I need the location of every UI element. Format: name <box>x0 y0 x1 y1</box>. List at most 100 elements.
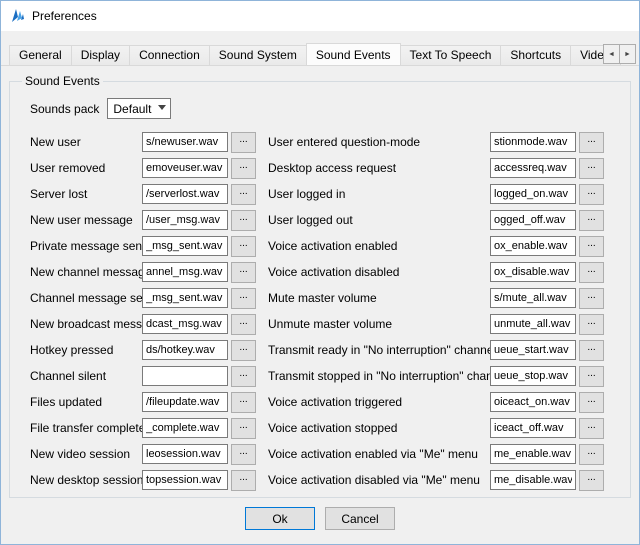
browse-button[interactable]: ... <box>231 392 256 413</box>
browse-button[interactable]: ... <box>231 340 256 361</box>
sound-event-label: New desktop session <box>30 473 142 487</box>
sound-event-row: Channel silent...Transmit stopped in "No… <box>30 363 618 389</box>
browse-button[interactable]: ... <box>579 262 604 283</box>
sound-event-label: Files updated <box>30 395 142 409</box>
sound-file-input[interactable] <box>490 262 576 282</box>
sound-event-label: New channel message <box>30 265 142 279</box>
sound-event-label: User entered question-mode <box>268 135 490 149</box>
browse-button[interactable]: ... <box>579 444 604 465</box>
tab-sound-events[interactable]: Sound Events <box>306 43 401 66</box>
browse-button[interactable]: ... <box>231 470 256 491</box>
browse-button[interactable]: ... <box>231 418 256 439</box>
browse-button[interactable]: ... <box>231 210 256 231</box>
tab-scroll-right-button[interactable]: ► <box>619 44 636 64</box>
browse-button[interactable]: ... <box>231 184 256 205</box>
sound-file-input[interactable] <box>490 444 576 464</box>
sound-file-input[interactable] <box>490 210 576 230</box>
sound-event-label: Unmute master volume <box>268 317 490 331</box>
app-icon <box>10 8 26 24</box>
sound-file-input[interactable] <box>142 418 228 438</box>
sound-event-row: New user message...User logged out... <box>30 207 618 233</box>
sound-file-input[interactable] <box>490 236 576 256</box>
browse-button[interactable]: ... <box>231 366 256 387</box>
sound-file-input[interactable] <box>142 314 228 334</box>
sound-file-input[interactable] <box>142 470 228 490</box>
sound-event-row: Server lost...User logged in... <box>30 181 618 207</box>
sound-file-input[interactable] <box>142 262 228 282</box>
sound-file-input[interactable] <box>490 288 576 308</box>
sound-event-label: Channel message sent <box>30 291 142 305</box>
sound-event-label: Mute master volume <box>268 291 490 305</box>
sound-file-input[interactable] <box>490 184 576 204</box>
browse-button[interactable]: ... <box>579 184 604 205</box>
sound-file-input[interactable] <box>490 366 576 386</box>
browse-button[interactable]: ... <box>231 314 256 335</box>
sound-file-input[interactable] <box>142 340 228 360</box>
browse-button[interactable]: ... <box>231 444 256 465</box>
sound-file-input[interactable] <box>142 210 228 230</box>
sound-file-input[interactable] <box>142 132 228 152</box>
sound-event-label: New broadcast message <box>30 317 142 331</box>
tab-general[interactable]: General <box>9 45 72 65</box>
footer-buttons: Ok Cancel <box>9 507 631 530</box>
browse-button[interactable]: ... <box>231 288 256 309</box>
sound-event-label: Server lost <box>30 187 142 201</box>
sound-file-input[interactable] <box>142 366 228 386</box>
groupbox-title: Sound Events <box>22 74 103 88</box>
browse-button[interactable]: ... <box>579 210 604 231</box>
tab-text-to-speech[interactable]: Text To Speech <box>400 45 502 65</box>
tab-shortcuts[interactable]: Shortcuts <box>500 45 571 65</box>
sound-event-row: File transfer complete... Voice activatio… <box>30 415 618 441</box>
sound-event-label: Voice activation enabled <box>268 239 490 253</box>
sounds-pack-row: Sounds pack Default <box>30 98 618 119</box>
sound-file-input[interactable] <box>490 158 576 178</box>
sound-event-label: Desktop access request <box>268 161 490 175</box>
browse-button[interactable]: ... <box>579 392 604 413</box>
browse-button[interactable]: ... <box>579 470 604 491</box>
tab-display[interactable]: Display <box>71 45 130 65</box>
browse-button[interactable]: ... <box>231 132 256 153</box>
browse-button[interactable]: ... <box>579 340 604 361</box>
sound-file-input[interactable] <box>490 418 576 438</box>
sound-file-input[interactable] <box>142 444 228 464</box>
sound-file-input[interactable] <box>490 340 576 360</box>
sound-event-label: Voice activation stopped <box>268 421 490 435</box>
browse-button[interactable]: ... <box>579 366 604 387</box>
browse-button[interactable]: ... <box>579 158 604 179</box>
sound-file-input[interactable] <box>490 132 576 152</box>
sound-file-input[interactable] <box>142 392 228 412</box>
browse-button[interactable]: ... <box>579 236 604 257</box>
sound-file-input[interactable] <box>490 314 576 334</box>
sounds-pack-value: Default <box>113 102 151 116</box>
sound-event-label: File transfer complete <box>30 421 142 435</box>
sound-file-input[interactable] <box>490 392 576 412</box>
ok-button[interactable]: Ok <box>245 507 315 530</box>
tab-connection[interactable]: Connection <box>129 45 210 65</box>
sound-event-label: Voice activation disabled via "Me" menu <box>268 473 490 487</box>
browse-button[interactable]: ... <box>231 236 256 257</box>
browse-button[interactable]: ... <box>579 314 604 335</box>
tab-sound-system[interactable]: Sound System <box>209 45 307 65</box>
browse-button[interactable]: ... <box>231 158 256 179</box>
sound-file-input[interactable] <box>142 158 228 178</box>
sound-event-label: User removed <box>30 161 142 175</box>
sound-file-input[interactable] <box>142 184 228 204</box>
browse-button[interactable]: ... <box>579 132 604 153</box>
sound-event-label: Private message sent <box>30 239 142 253</box>
sound-event-label: Voice activation disabled <box>268 265 490 279</box>
sound-event-row: New video session...Voice activation ena… <box>30 441 618 467</box>
tab-scroll-left-button[interactable]: ◄ <box>603 44 620 64</box>
browse-button[interactable]: ... <box>579 418 604 439</box>
sound-file-input[interactable] <box>142 236 228 256</box>
cancel-button[interactable]: Cancel <box>325 507 395 530</box>
sound-events-groupbox: Sound Events Sounds pack Default New use… <box>9 74 631 498</box>
sound-file-input[interactable] <box>490 470 576 490</box>
sound-event-label: User logged out <box>268 213 490 227</box>
sounds-pack-select[interactable]: Default <box>107 98 171 119</box>
sound-event-label: Transmit stopped in "No interruption" ch… <box>268 369 490 383</box>
sound-event-label: Hotkey pressed <box>30 343 142 357</box>
browse-button[interactable]: ... <box>579 288 604 309</box>
sound-file-input[interactable] <box>142 288 228 308</box>
browse-button[interactable]: ... <box>231 262 256 283</box>
sound-event-row: Private message sent... Voice activation … <box>30 233 618 259</box>
